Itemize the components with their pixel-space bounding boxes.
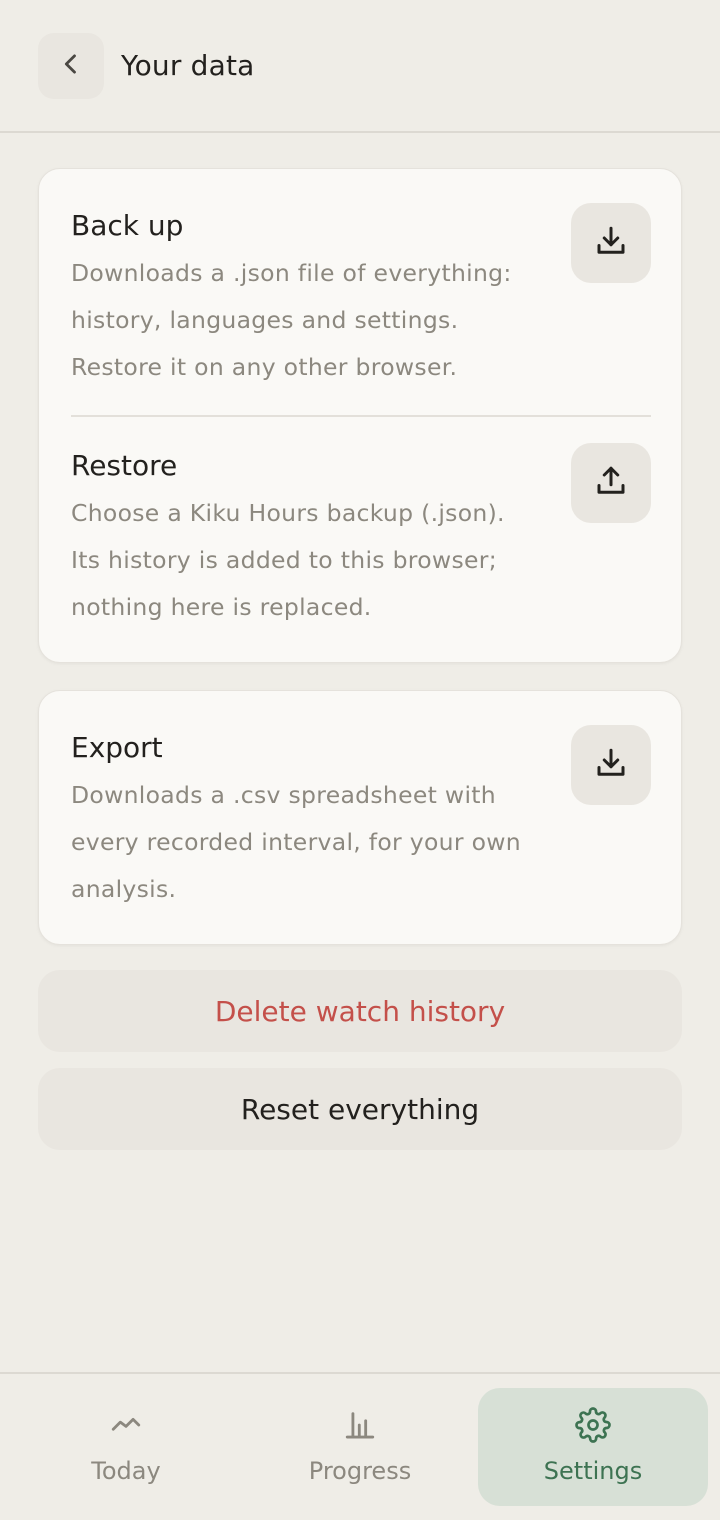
restore-row: Restore Choose a Kiku Hours backup (.jso… — [39, 417, 681, 663]
restore-title: Restore — [71, 449, 178, 482]
delete-history-button[interactable]: Delete watch history — [38, 970, 682, 1052]
export-row: Export Downloads a .csv spreadsheet with… — [39, 691, 681, 946]
restore-button[interactable] — [571, 443, 651, 523]
export-card: Export Downloads a .csv spreadsheet with… — [38, 690, 682, 945]
data-card: Back up Downloads a .json file of everyt… — [38, 168, 682, 663]
nav-label: Today — [91, 1457, 161, 1485]
nav-item-progress[interactable]: Progress — [245, 1388, 475, 1506]
export-button[interactable] — [571, 725, 651, 805]
backup-button[interactable] — [571, 203, 651, 283]
export-desc-line: analysis. — [71, 875, 177, 903]
backup-desc-line: Restore it on any other browser. — [71, 353, 458, 381]
download-icon — [593, 745, 629, 785]
chevron-left-icon — [57, 50, 85, 82]
restore-desc-line: Its history is added to this browser; — [71, 546, 497, 574]
restore-description: Choose a Kiku Hours backup (.json). Its … — [71, 490, 541, 631]
backup-desc-line: history, languages and settings. — [71, 306, 459, 334]
backup-title: Back up — [71, 209, 184, 242]
backup-description: Downloads a .json file of everything: hi… — [71, 250, 541, 391]
export-description: Downloads a .csv spreadsheet with every … — [71, 772, 541, 913]
back-button[interactable] — [38, 33, 104, 99]
nav-label: Settings — [543, 1457, 643, 1485]
bar-chart-icon — [343, 1408, 377, 1442]
backup-desc-line: Downloads a .json file of everything: — [71, 259, 512, 287]
nav-item-settings[interactable]: Settings — [478, 1388, 708, 1506]
download-icon — [593, 223, 629, 263]
gear-icon — [575, 1407, 611, 1443]
app-root: Your data Back up Downloads a .json file… — [0, 0, 720, 1520]
header: Your data — [0, 0, 720, 133]
restore-desc-line: nothing here is replaced. — [71, 593, 372, 621]
trend-line-icon — [109, 1408, 143, 1442]
bottom-nav: Today Progress Settings — [0, 1372, 720, 1520]
backup-row: Back up Downloads a .json file of everyt… — [39, 169, 681, 415]
upload-icon — [593, 463, 629, 503]
export-desc-line: Downloads a .csv spreadsheet with — [71, 781, 496, 809]
nav-item-today[interactable]: Today — [11, 1388, 241, 1506]
export-desc-line: every recorded interval, for your own — [71, 828, 521, 856]
nav-label: Progress — [308, 1457, 412, 1485]
page-title: Your data — [121, 49, 255, 82]
restore-desc-line: Choose a Kiku Hours backup (.json). — [71, 499, 505, 527]
export-title: Export — [71, 731, 163, 764]
reset-everything-button[interactable]: Reset everything — [38, 1068, 682, 1150]
